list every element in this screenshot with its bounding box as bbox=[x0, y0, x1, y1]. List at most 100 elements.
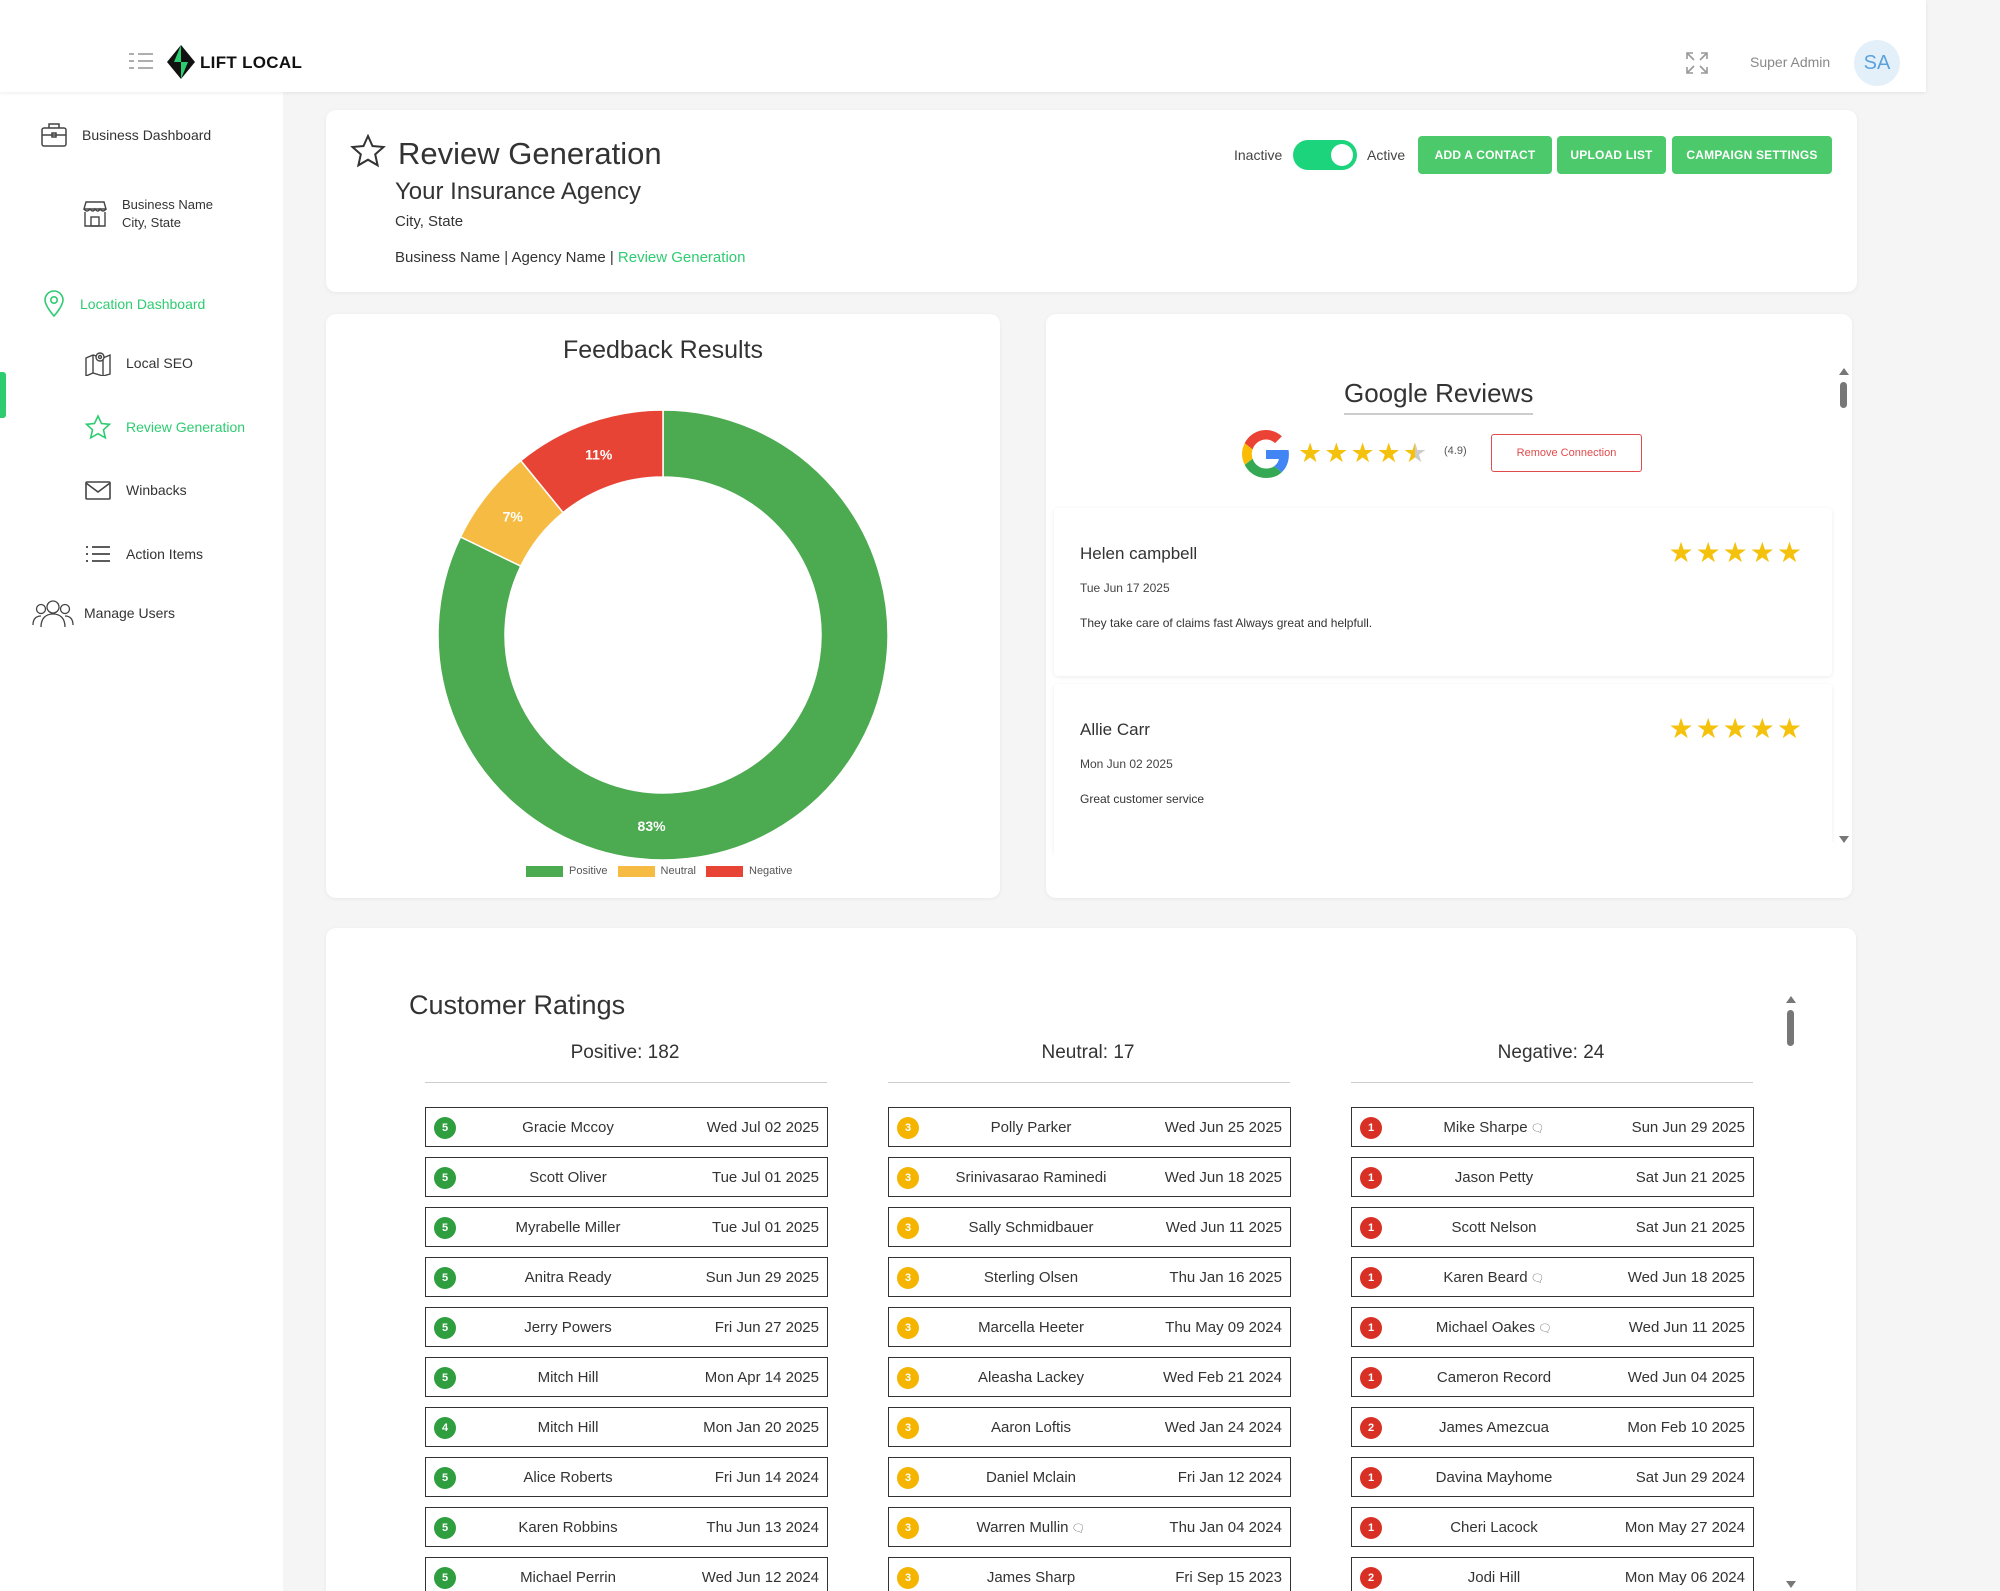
rating-score-badge: 5 bbox=[434, 1267, 456, 1289]
rating-score-badge: 5 bbox=[434, 1167, 456, 1189]
rating-row[interactable]: 3 Srinivasarao Raminedi Wed Jun 18 2025 bbox=[888, 1157, 1291, 1197]
scroll-up-arrow[interactable] bbox=[1786, 996, 1796, 1003]
rating-row[interactable]: 1 Davina Mayhome Sat Jun 29 2024 bbox=[1351, 1457, 1754, 1497]
sidebar-active-indicator bbox=[0, 372, 6, 418]
rater-name: Anitra Ready bbox=[468, 1269, 668, 1286]
rater-name-text: Aaron Loftis bbox=[990, 1418, 1072, 1436]
rater-name-text: Marcella Heeter bbox=[978, 1318, 1084, 1336]
scroll-thumb[interactable] bbox=[1840, 382, 1847, 408]
legend-item-negative[interactable]: Negative bbox=[706, 865, 792, 877]
menu-toggle-icon[interactable] bbox=[128, 52, 154, 70]
rating-score-badge: 5 bbox=[434, 1567, 456, 1589]
rating-date: Thu Jan 04 2024 bbox=[1169, 1518, 1282, 1536]
scroll-thumb[interactable] bbox=[1787, 1010, 1794, 1046]
rating-row[interactable]: 2 James Amezcua Mon Feb 10 2025 bbox=[1351, 1407, 1754, 1447]
column-divider bbox=[425, 1082, 827, 1083]
rating-row[interactable]: 3 Warren Mullin 🗨 Thu Jan 04 2024 bbox=[888, 1507, 1291, 1547]
remove-connection-button[interactable]: Remove Connection bbox=[1491, 434, 1642, 472]
rater-name: Mike Sharpe 🗨 bbox=[1394, 1119, 1594, 1136]
rating-row[interactable]: 3 Daniel Mclain Fri Jan 12 2024 bbox=[888, 1457, 1291, 1497]
upload-list-button[interactable]: UPLOAD LIST bbox=[1557, 136, 1666, 174]
rating-row[interactable]: 5 Alice Roberts Fri Jun 14 2024 bbox=[425, 1457, 828, 1497]
rating-row[interactable]: 1 Karen Beard 🗨 Wed Jun 18 2025 bbox=[1351, 1257, 1754, 1297]
rater-name-text: Karen Beard bbox=[1443, 1268, 1528, 1286]
rating-date: Wed Jun 18 2025 bbox=[1627, 1268, 1745, 1286]
rating-row[interactable]: 5 Scott Oliver Tue Jul 01 2025 bbox=[425, 1157, 828, 1197]
rating-score-badge: 3 bbox=[897, 1217, 919, 1239]
rating-row[interactable]: 5 Myrabelle Miller Tue Jul 01 2025 bbox=[425, 1207, 828, 1247]
list-icon bbox=[86, 546, 110, 562]
rating-star-icon: ★ bbox=[1695, 537, 1721, 568]
rating-date: Thu Jan 16 2025 bbox=[1169, 1268, 1282, 1286]
rating-row[interactable]: 2 Jodi Hill Mon May 06 2024 bbox=[1351, 1557, 1754, 1591]
rating-row[interactable]: 5 Gracie Mccoy Wed Jul 02 2025 bbox=[425, 1107, 828, 1147]
rating-row[interactable]: 4 Mitch Hill Mon Jan 20 2025 bbox=[425, 1407, 828, 1447]
avatar[interactable]: SA bbox=[1854, 40, 1900, 86]
sidebar-item-label: Business Dashboard bbox=[82, 127, 212, 143]
rating-row[interactable]: 3 Aleasha Lackey Wed Feb 21 2024 bbox=[888, 1357, 1291, 1397]
rater-name: Sally Schmidbauer bbox=[931, 1219, 1131, 1236]
rating-row[interactable]: 5 Karen Robbins Thu Jun 13 2024 bbox=[425, 1507, 828, 1547]
ratings-scrollbar[interactable] bbox=[1785, 996, 1797, 1591]
rating-row[interactable]: 3 Polly Parker Wed Jun 25 2025 bbox=[888, 1107, 1291, 1147]
comment-bubble-icon[interactable]: 🗨 bbox=[1531, 1122, 1545, 1135]
add-contact-button[interactable]: ADD A CONTACT bbox=[1418, 136, 1552, 174]
rating-row[interactable]: 1 Scott Nelson Sat Jun 21 2025 bbox=[1351, 1207, 1754, 1247]
sidebar-item-local-seo[interactable]: Local SEO bbox=[84, 350, 193, 376]
comment-bubble-icon[interactable]: 🗨 bbox=[1531, 1272, 1545, 1285]
rating-row[interactable]: 1 Cheri Lacock Mon May 27 2024 bbox=[1351, 1507, 1754, 1547]
rating-row[interactable]: 3 James Sharp Fri Sep 15 2023 bbox=[888, 1557, 1291, 1591]
rating-row[interactable]: 1 Mike Sharpe 🗨 Sun Jun 29 2025 bbox=[1351, 1107, 1754, 1147]
rating-row[interactable]: 1 Michael Oakes 🗨 Wed Jun 11 2025 bbox=[1351, 1307, 1754, 1347]
campaign-settings-button[interactable]: CAMPAIGN SETTINGS bbox=[1672, 136, 1832, 174]
sidebar-item-business-dashboard[interactable]: Business Dashboard bbox=[40, 122, 211, 148]
column-divider bbox=[1351, 1082, 1753, 1083]
legend-item-positive[interactable]: Positive bbox=[526, 865, 608, 877]
rating-date: Mon Jan 20 2025 bbox=[703, 1418, 819, 1436]
rating-star-icon: ★ bbox=[1298, 438, 1323, 468]
rater-name-text: Anitra Ready bbox=[524, 1268, 612, 1286]
rating-row[interactable]: 3 Sally Schmidbauer Wed Jun 11 2025 bbox=[888, 1207, 1291, 1247]
legend-item-neutral[interactable]: Neutral bbox=[617, 865, 696, 877]
sidebar-item-manage-users[interactable]: Manage Users bbox=[32, 598, 175, 628]
rating-row[interactable]: 3 Aaron Loftis Wed Jan 24 2024 bbox=[888, 1407, 1291, 1447]
rater-name-text: Srinivasarao Raminedi bbox=[955, 1168, 1107, 1186]
rating-row[interactable]: 1 Jason Petty Sat Jun 21 2025 bbox=[1351, 1157, 1754, 1197]
scroll-up-arrow[interactable] bbox=[1839, 368, 1849, 375]
rater-name: Scott Oliver bbox=[468, 1169, 668, 1186]
rater-name-text: Gracie Mccoy bbox=[522, 1118, 614, 1136]
scroll-down-arrow[interactable] bbox=[1839, 836, 1849, 843]
user-name[interactable]: Super Admin bbox=[1750, 54, 1830, 70]
rating-score-badge: 3 bbox=[897, 1567, 919, 1589]
sidebar-business-name[interactable]: Business Name City, State bbox=[82, 196, 213, 232]
rating-date: Sat Jun 29 2024 bbox=[1635, 1468, 1745, 1486]
scroll-down-arrow[interactable] bbox=[1786, 1581, 1796, 1588]
comment-bubble-icon[interactable]: 🗨 bbox=[1072, 1522, 1086, 1535]
rater-name-text: Davina Mayhome bbox=[1435, 1468, 1553, 1486]
donut-label-positive: 83% bbox=[638, 818, 667, 834]
rating-score-badge: 3 bbox=[897, 1267, 919, 1289]
reviews-scrollbar[interactable] bbox=[1838, 368, 1850, 848]
rating-row[interactable]: 3 Marcella Heeter Thu May 09 2024 bbox=[888, 1307, 1291, 1347]
rating-row[interactable]: 1 Cameron Record Wed Jun 04 2025 bbox=[1351, 1357, 1754, 1397]
top-bar: LIFT LOCAL Super Admin SA bbox=[0, 0, 1926, 92]
rating-star-icon: ★ bbox=[1722, 713, 1748, 744]
sidebar-item-winbacks[interactable]: Winbacks bbox=[84, 478, 187, 502]
legend-label: Neutral bbox=[660, 865, 696, 877]
rating-row[interactable]: 3 Sterling Olsen Thu Jan 16 2025 bbox=[888, 1257, 1291, 1297]
fullscreen-icon[interactable] bbox=[1686, 52, 1708, 74]
sidebar-item-location-dashboard[interactable]: Location Dashboard bbox=[42, 290, 205, 318]
comment-bubble-icon[interactable]: 🗨 bbox=[1538, 1322, 1552, 1335]
rating-row[interactable]: 5 Jerry Powers Fri Jun 27 2025 bbox=[425, 1307, 828, 1347]
rating-row[interactable]: 5 Anitra Ready Sun Jun 29 2025 bbox=[425, 1257, 828, 1297]
sidebar-item-action-items[interactable]: Action Items bbox=[84, 542, 203, 566]
sidebar-item-review-generation[interactable]: Review Generation bbox=[84, 414, 245, 440]
rater-name: Daniel Mclain bbox=[931, 1469, 1131, 1486]
sidebar: Business Dashboard Business Name City, S… bbox=[0, 92, 283, 1591]
active-toggle[interactable] bbox=[1293, 140, 1357, 170]
rating-row[interactable]: 5 Michael Perrin Wed Jun 12 2024 bbox=[425, 1557, 828, 1591]
breadcrumb-prefix[interactable]: Business Name | Agency Name | bbox=[395, 249, 618, 266]
google-rating-stars: ★ ★ ★ ★ ★ bbox=[1298, 438, 1429, 468]
toggle-knob bbox=[1331, 144, 1353, 166]
rating-row[interactable]: 5 Mitch Hill Mon Apr 14 2025 bbox=[425, 1357, 828, 1397]
